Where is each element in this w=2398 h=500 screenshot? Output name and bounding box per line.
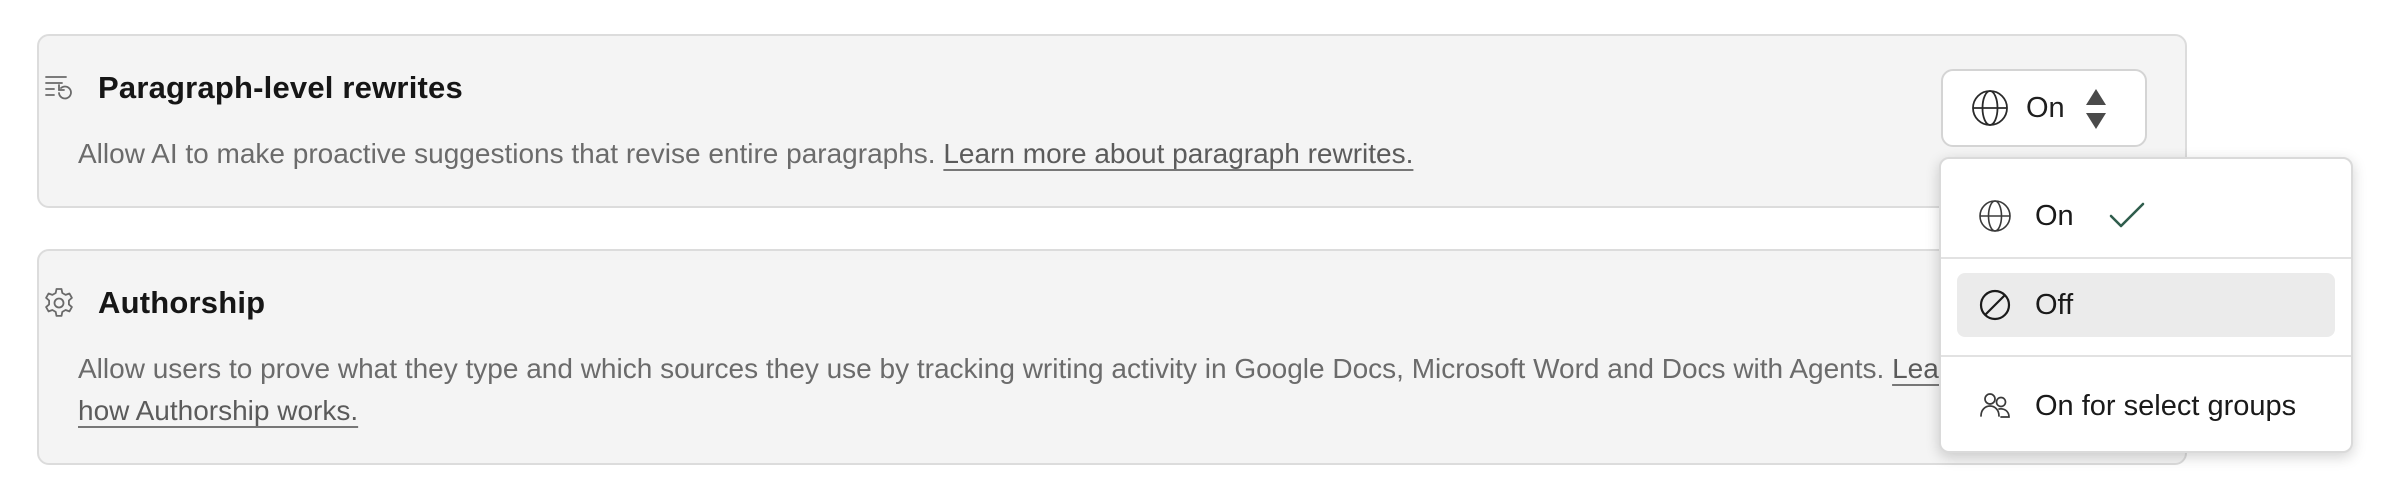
authorship-description-text: Allow users to prove what they type and … [78, 353, 1885, 384]
paragraph-rewrites-header: Paragraph-level rewrites [42, 70, 463, 106]
authorship-title: Authorship [98, 285, 266, 320]
select-dropdown-menu: On Off On for select groups [1939, 157, 2353, 453]
paragraph-rewrites-card [37, 34, 2187, 208]
paragraph-rewrites-learn-more-link[interactable]: Learn more about paragraph rewrites. [943, 138, 1413, 169]
paragraph-rewrites-description-text: Allow AI to make proactive suggestions t… [78, 138, 936, 169]
authorship-header: Authorship [42, 285, 265, 321]
menu-item-label: Off [2035, 288, 2074, 321]
rewrite-icon [42, 71, 76, 105]
chevron-updown-icon [2085, 87, 2107, 131]
menu-divider [1941, 355, 2351, 357]
authorship-description: Allow users to prove what they type and … [78, 348, 1978, 432]
users-icon [1977, 388, 2013, 424]
menu-item-label: On [2035, 199, 2074, 232]
paragraph-rewrites-select[interactable]: On [1941, 69, 2147, 147]
menu-item-on[interactable]: On [1941, 181, 2351, 251]
menu-item-off[interactable]: Off [1957, 273, 2335, 337]
menu-item-select-groups[interactable]: On for select groups [1941, 371, 2351, 441]
menu-divider [1941, 257, 2351, 259]
settings-page: Paragraph-level rewrites Allow AI to mak… [0, 0, 2398, 500]
globe-icon [1970, 88, 2010, 128]
menu-item-label: On for select groups [2035, 389, 2297, 422]
paragraph-rewrites-description: Allow AI to make proactive suggestions t… [78, 133, 1978, 175]
globe-icon [1977, 198, 2013, 234]
check-icon [2108, 201, 2146, 231]
paragraph-rewrites-title: Paragraph-level rewrites [98, 70, 463, 105]
block-icon [1977, 287, 2013, 323]
select-value: On [2026, 91, 2065, 124]
gear-icon [42, 286, 76, 320]
